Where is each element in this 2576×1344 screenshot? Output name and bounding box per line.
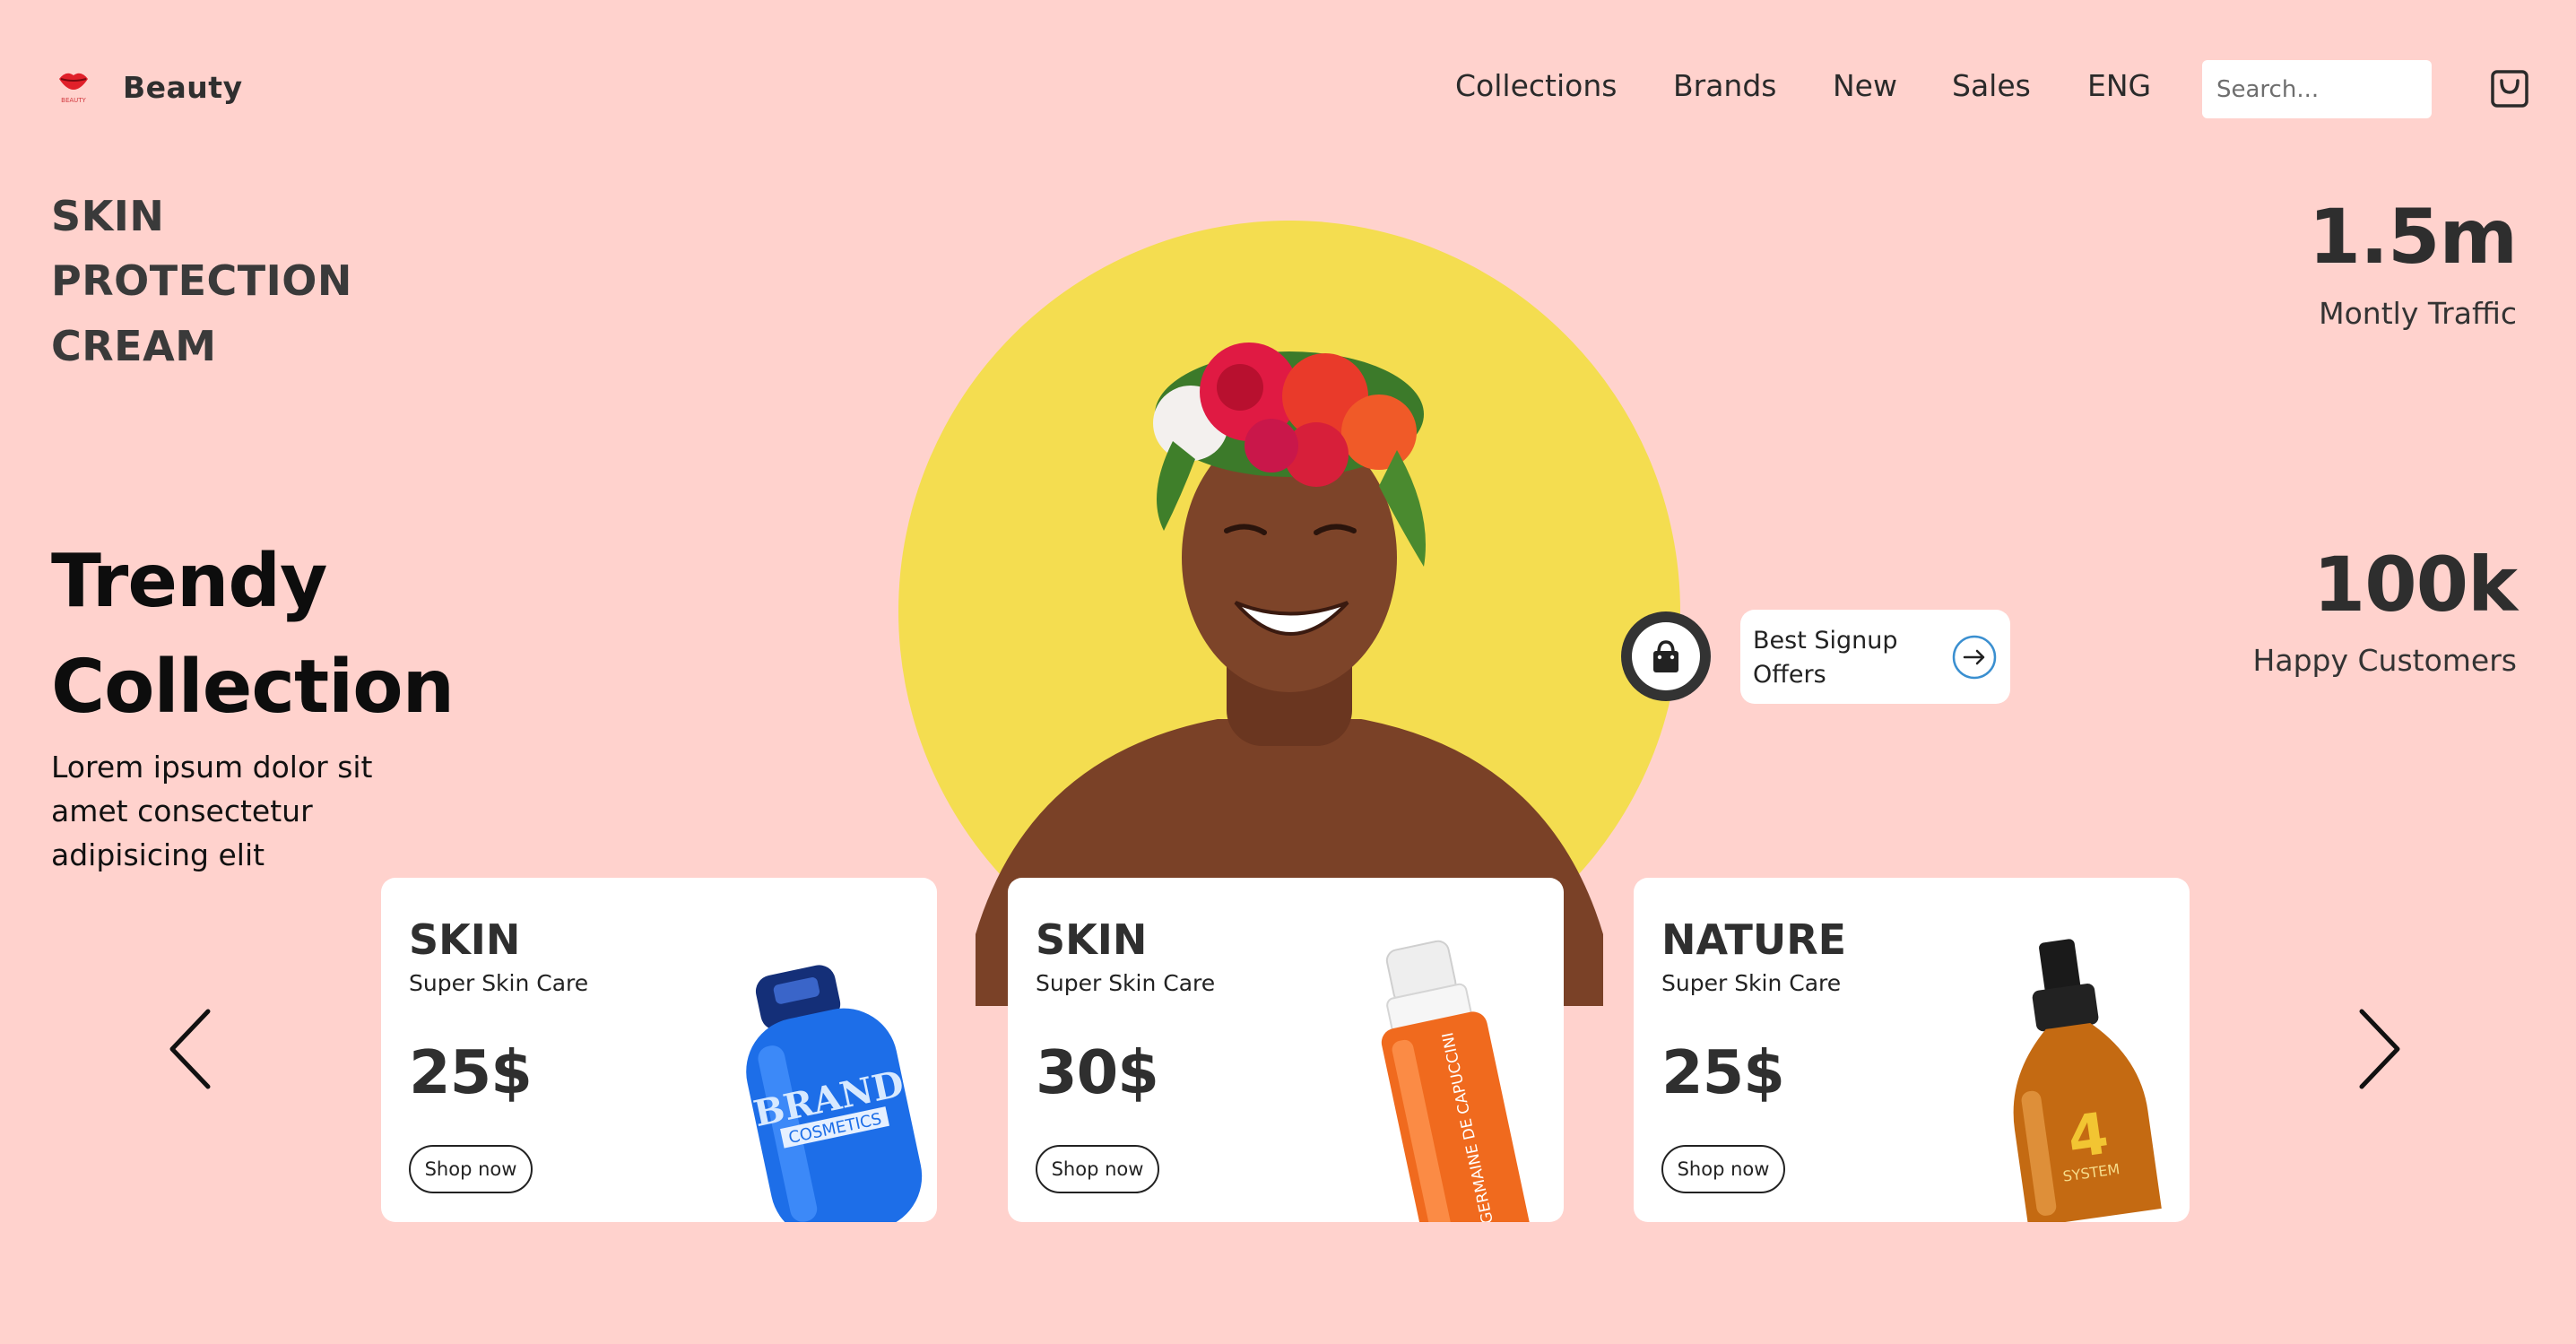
brand-name[interactable]: Beauty — [123, 70, 243, 105]
shopping-bag-icon[interactable] — [2489, 68, 2530, 109]
tagline-line: CREAM — [51, 322, 217, 370]
stat-label: Happy Customers — [2252, 643, 2517, 678]
nav-language[interactable]: ENG — [2087, 68, 2151, 103]
description-line: amet consectetur — [51, 793, 313, 828]
nav-new[interactable]: New — [1833, 68, 1897, 103]
logo-caption: BEAUTY — [61, 97, 86, 104]
nav-collections[interactable]: Collections — [1455, 68, 1617, 103]
stat-value: 100k — [2312, 541, 2518, 629]
product-price: 25$ — [409, 1037, 533, 1107]
offer-text: Best Signup Offers — [1753, 627, 1898, 689]
stat-label: Montly Traffic — [2319, 296, 2517, 331]
product-title: SKIN — [409, 915, 521, 964]
lips-logo-icon[interactable]: BEAUTY — [56, 66, 91, 106]
product-card[interactable]: NATURE Super Skin Care 25$ Shop now 4 SY… — [1634, 878, 2190, 1222]
nav-sales[interactable]: Sales — [1952, 68, 2031, 103]
heading-line: Trendy — [51, 539, 328, 624]
product-card[interactable]: SKIN Super Skin Care 25$ Shop now BRAND … — [381, 878, 937, 1222]
shop-now-button[interactable]: Shop now — [1661, 1145, 1785, 1193]
nav-brands[interactable]: Brands — [1673, 68, 1776, 103]
search-input[interactable] — [2202, 60, 2432, 118]
arrow-right-icon[interactable] — [1952, 635, 1997, 680]
product-subtitle: Super Skin Care — [1661, 970, 1842, 996]
shopping-bag-icon[interactable] — [1619, 610, 1713, 703]
shop-now-button[interactable]: Shop now — [409, 1145, 533, 1193]
product-subtitle: Super Skin Care — [1036, 970, 1216, 996]
signup-offer-card[interactable]: Best Signup Offers — [1740, 610, 2010, 704]
stat-value: 1.5m — [2308, 193, 2518, 281]
product-price: 25$ — [1661, 1037, 1785, 1107]
chevron-right-icon[interactable] — [2355, 1006, 2405, 1092]
product-title: SKIN — [1036, 915, 1148, 964]
orange-bottle-image: GERMAINE DE CAPUCCINI — [1381, 940, 1531, 1222]
shop-now-button[interactable]: Shop now — [1036, 1145, 1159, 1193]
tagline-line: PROTECTION — [51, 256, 352, 305]
product-price: 30$ — [1036, 1037, 1159, 1107]
product-subtitle: Super Skin Care — [409, 970, 589, 996]
heading-line: Collection — [51, 645, 455, 730]
amber-bottle-image: 4 SYSTEM — [2013, 939, 2162, 1222]
description-line: adipisicing elit — [51, 837, 265, 872]
blue-bottle-image: BRAND COSMETICS — [746, 965, 923, 1222]
description-line: Lorem ipsum dolor sit — [51, 750, 373, 785]
product-title: NATURE — [1661, 915, 1847, 964]
tagline-line: SKIN — [51, 192, 165, 240]
product-card[interactable]: SKIN Super Skin Care 30$ Shop now GERMAI… — [1008, 878, 1564, 1222]
chevron-left-icon[interactable] — [165, 1006, 215, 1092]
